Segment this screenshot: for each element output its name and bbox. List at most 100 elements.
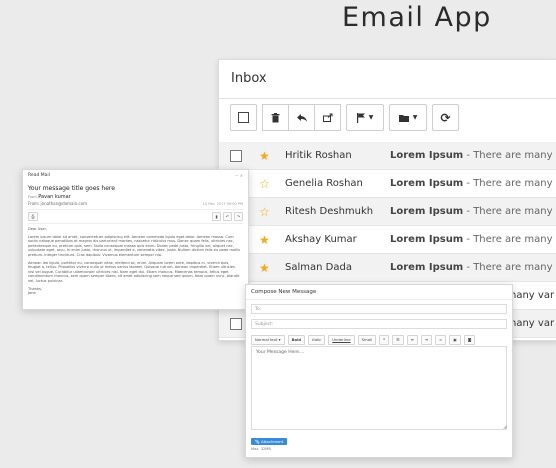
- mail-row[interactable]: ★ Hritik Roshan Lorem Ipsum - There are …: [219, 142, 556, 170]
- mail-row[interactable]: ☆ Genelia Roshan Lorem Ipsum - There are…: [219, 170, 556, 198]
- underline-button[interactable]: Underline: [328, 335, 355, 345]
- quote-icon: ❝: [383, 337, 386, 342]
- attachment-label: Attachment: [261, 439, 284, 444]
- message-editor[interactable]: Your Message Here....: [251, 346, 507, 430]
- mail-paragraph: Aenean leo ligula, porttitor eu, consequ…: [28, 260, 240, 283]
- mail-sender: Hritik Roshan: [285, 150, 352, 161]
- unordered-list-button[interactable]: ☰: [392, 335, 404, 345]
- mail-preview: - There are many var: [466, 206, 556, 217]
- forward-icon: ↷: [236, 214, 241, 219]
- small-button[interactable]: Small: [357, 335, 377, 345]
- mail-sender: Salman Dada: [285, 262, 352, 273]
- attachment-button[interactable]: 📎︎ Attachment: [251, 438, 288, 445]
- ordered-list-icon: ≡: [410, 337, 414, 342]
- mail-subject-title: Lorem Ipsum: [390, 150, 464, 161]
- mail-title: Your message title goes here: [28, 185, 115, 192]
- mail-subject: Lorem Ipsum - There are many var: [390, 178, 556, 189]
- trash-icon: [271, 112, 280, 122]
- mail-subject-title: Lorem Ipsum: [390, 206, 464, 217]
- text-style-dropdown[interactable]: Normal text ▾: [251, 335, 285, 345]
- mail-greeting: Dear User,: [28, 227, 48, 231]
- link-icon: ∞: [438, 337, 443, 342]
- forward-button[interactable]: [314, 104, 341, 131]
- link-button[interactable]: ∞: [434, 335, 447, 345]
- mail-body: Dear User, Lorem ipsum dolor sit amet, c…: [28, 227, 242, 296]
- chevron-down-icon: ▼: [412, 114, 418, 121]
- mail-subject: Lorem Ipsum - There are many var: [390, 150, 556, 161]
- star-icon[interactable]: ★: [259, 262, 270, 274]
- divider: [28, 209, 243, 210]
- mail-preview: - There are many var: [466, 262, 556, 273]
- bold-button[interactable]: Bold: [287, 335, 306, 345]
- inbox-title: Inbox: [231, 71, 267, 86]
- from-name: Pavan kumar: [38, 194, 71, 200]
- reply-icon: ↶: [225, 214, 230, 219]
- forward-icon: [322, 113, 332, 122]
- mail-row[interactable]: ★ Salman Dada Lorem Ipsum - There are ma…: [219, 254, 556, 282]
- print-button[interactable]: ⎙: [28, 212, 38, 221]
- star-outline-icon[interactable]: ☆: [259, 206, 270, 218]
- italic-button[interactable]: Italic: [308, 335, 326, 345]
- mail-preview: nany var: [510, 318, 555, 329]
- delete-mail-button[interactable]: ▮: [212, 212, 221, 221]
- reply-mail-button[interactable]: ↶: [223, 212, 232, 221]
- inbox-toolbar: ▼ ▼ ⟳: [230, 104, 459, 131]
- reply-button[interactable]: [288, 104, 315, 131]
- mail-sender: Akshay Kumar: [285, 234, 357, 245]
- action-button-group: [262, 104, 341, 131]
- max-size-label: Max. 32MB: [251, 447, 271, 451]
- reply-icon: [296, 113, 307, 122]
- flag-dropdown[interactable]: ▼: [346, 104, 384, 131]
- mail-subject-title: Lorem Ipsum: [390, 234, 464, 245]
- mail-row[interactable]: ☆ Ritesh Deshmukh Lorem Ipsum - There ar…: [219, 198, 556, 226]
- print-icon: ⎙: [31, 214, 35, 219]
- ordered-list-button[interactable]: ≡: [406, 335, 418, 345]
- mail-sender: Genelia Roshan: [285, 178, 363, 189]
- mail-signature: Jane: [28, 291, 36, 296]
- from-label: From: [28, 195, 37, 199]
- indent-button[interactable]: ⇥: [420, 335, 432, 345]
- subject-field[interactable]: Subject:: [251, 319, 507, 329]
- chevron-down-icon: ▼: [368, 114, 374, 121]
- camera-icon: ◙: [467, 337, 472, 342]
- mail-subject: Lorem Ipsum - There are many var: [390, 234, 556, 245]
- star-icon[interactable]: ★: [259, 150, 270, 162]
- mail-subject-title: Lorem Ipsum: [390, 262, 464, 273]
- image-icon: ▣: [453, 337, 457, 342]
- inbox-divider: [219, 98, 556, 99]
- window-controls[interactable]: − ×: [235, 173, 243, 178]
- resize-handle-icon[interactable]: ◢: [503, 424, 507, 430]
- row-checkbox[interactable]: [230, 317, 242, 330]
- flag-icon: [356, 112, 365, 123]
- folder-icon: [398, 114, 409, 122]
- list-icon: ☰: [396, 337, 400, 342]
- divider: [246, 299, 512, 300]
- from-email: From: jonathan@domain.com: [28, 201, 87, 206]
- trash-icon: ▮: [215, 214, 218, 219]
- mail-subject: Lorem Ipsum - There are many var: [390, 262, 556, 273]
- mail-date: 15 Feb. 2017 09:00 PM: [202, 202, 243, 206]
- text-style-label: Normal text: [255, 337, 278, 342]
- row-checkbox[interactable]: [230, 149, 242, 162]
- quote-button[interactable]: ❝: [379, 335, 390, 345]
- mail-subject-title: Lorem Ipsum: [390, 178, 464, 189]
- mail-preview: - There are many var: [466, 234, 556, 245]
- read-mail-header: Read Mail: [28, 173, 50, 178]
- star-outline-icon[interactable]: ☆: [259, 178, 270, 190]
- refresh-icon: ⟳: [440, 110, 451, 125]
- divider: [28, 223, 243, 224]
- app-title: Email App: [342, 2, 492, 33]
- mail-from: From Pavan kumar: [28, 194, 71, 200]
- star-icon[interactable]: ★: [259, 234, 270, 246]
- delete-button[interactable]: [262, 104, 289, 131]
- indent-icon: ⇥: [424, 337, 428, 342]
- refresh-button[interactable]: ⟳: [432, 104, 459, 131]
- camera-button[interactable]: ◙: [463, 335, 476, 345]
- image-button[interactable]: ▣: [449, 335, 461, 345]
- paperclip-icon: 📎︎: [255, 439, 260, 444]
- to-field[interactable]: To:: [251, 304, 507, 314]
- select-all-button[interactable]: [230, 104, 257, 131]
- folder-dropdown[interactable]: ▼: [389, 104, 427, 131]
- mail-row[interactable]: ★ Akshay Kumar Lorem Ipsum - There are m…: [219, 226, 556, 254]
- forward-mail-button[interactable]: ↷: [234, 212, 243, 221]
